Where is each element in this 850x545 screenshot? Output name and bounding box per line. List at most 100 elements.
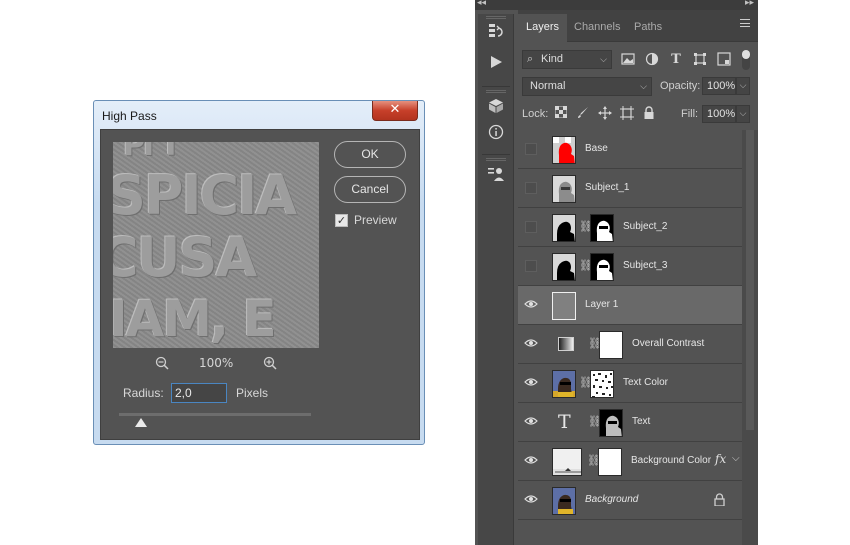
lock-all-icon[interactable]: [642, 106, 656, 120]
layer-thumbnail[interactable]: [552, 487, 576, 515]
zoom-in-icon[interactable]: [263, 356, 277, 373]
filter-kind-select[interactable]: ⌕ Kind ⌵: [522, 50, 612, 69]
filter-type-icon[interactable]: T: [668, 52, 684, 68]
lock-icon[interactable]: [714, 493, 725, 509]
strip-grip[interactable]: [486, 158, 506, 161]
layer-row-subject-3[interactable]: ⛓ Subject_3: [518, 247, 742, 286]
radius-slider-track[interactable]: [119, 413, 311, 416]
preview-label: Preview: [354, 213, 397, 227]
dialog-titlebar[interactable]: High Pass ✕: [94, 101, 424, 129]
link-icon[interactable]: ⛓: [579, 375, 593, 391]
solid-fill-thumbnail[interactable]: [552, 448, 582, 476]
layer-name: Subject_3: [623, 260, 668, 271]
fx-icon[interactable]: fx: [715, 452, 726, 466]
lock-position-icon[interactable]: [598, 106, 612, 120]
link-icon[interactable]: ⛓: [588, 336, 602, 352]
layer-name: Background Color: [631, 455, 712, 466]
preview-text-line: CUSA: [113, 226, 257, 289]
layer-row-background[interactable]: Background: [518, 481, 742, 520]
eye-icon[interactable]: [524, 337, 538, 351]
eye-icon[interactable]: [524, 298, 538, 312]
visibility-toggle[interactable]: [525, 143, 537, 155]
layer-row-subject-1[interactable]: Subject_1: [518, 169, 742, 208]
visibility-toggle[interactable]: [525, 182, 537, 194]
radius-label: Radius:: [123, 386, 164, 400]
scrollbar-thumb[interactable]: [746, 130, 754, 430]
opacity-label: Opacity:: [660, 80, 701, 92]
tab-paths[interactable]: Paths: [626, 14, 670, 42]
layer-row-text[interactable]: T ⛓ Text: [518, 403, 742, 442]
radius-slider-thumb[interactable]: [135, 418, 147, 427]
layer-mask-thumbnail[interactable]: [598, 448, 622, 476]
layer-row-base[interactable]: Base: [518, 130, 742, 169]
fill-input[interactable]: 100%: [702, 105, 736, 123]
layer-row-text-color[interactable]: ⛓ Text Color: [518, 364, 742, 403]
link-icon[interactable]: ⛓: [587, 453, 601, 469]
zoom-out-icon[interactable]: [155, 356, 169, 373]
visibility-toggle[interactable]: [525, 260, 537, 272]
eye-icon[interactable]: [524, 376, 538, 390]
gradient-map-icon[interactable]: [558, 337, 574, 351]
layer-name: Overall Contrast: [632, 338, 705, 349]
close-button[interactable]: ✕: [372, 101, 418, 121]
dock-collapse-bar[interactable]: ◂◂ ▸▸: [475, 0, 758, 10]
strip-grip[interactable]: [486, 90, 506, 93]
visibility-toggle[interactable]: [525, 221, 537, 233]
3d-icon[interactable]: [478, 96, 514, 122]
filter-adjustment-icon[interactable]: [644, 52, 660, 68]
lock-pixels-icon[interactable]: [576, 106, 590, 120]
layer-mask-thumbnail[interactable]: [590, 370, 614, 398]
eye-icon[interactable]: [524, 493, 538, 507]
layer-row-background-color[interactable]: ⛓ Background Color fx ⌵: [518, 442, 742, 481]
filter-smart-object-icon[interactable]: [716, 52, 732, 68]
play-icon[interactable]: [478, 52, 514, 78]
fill-dropdown[interactable]: ⌵: [736, 105, 750, 123]
eye-icon[interactable]: [524, 454, 538, 468]
chevron-down-icon[interactable]: ⌵: [732, 453, 740, 464]
layer-row-subject-2[interactable]: ⛓ Subject_2: [518, 208, 742, 247]
history-icon[interactable]: [478, 22, 514, 48]
opacity-dropdown[interactable]: ⌵: [736, 77, 750, 95]
tab-layers[interactable]: Layers: [518, 14, 568, 42]
filter-toggle-switch[interactable]: [742, 50, 750, 70]
lock-artboard-icon[interactable]: [620, 106, 634, 120]
layer-name: Subject_2: [623, 221, 668, 232]
layer-thumbnail[interactable]: [552, 136, 576, 164]
link-icon[interactable]: ⛓: [579, 258, 593, 274]
panel-menu-icon[interactable]: [740, 19, 750, 27]
collapse-left-icon[interactable]: ◂◂: [477, 0, 486, 8]
info-icon[interactable]: [478, 122, 514, 148]
layer-row-overall-contrast[interactable]: ⛓ Overall Contrast: [518, 325, 742, 364]
layer-row-layer-1[interactable]: Layer 1: [518, 286, 742, 325]
filter-shape-icon[interactable]: [692, 52, 708, 68]
preview-checkbox[interactable]: ✓: [335, 214, 348, 227]
properties-icon[interactable]: [478, 164, 514, 190]
tab-channels[interactable]: Channels: [566, 14, 628, 42]
radius-input[interactable]: 2,0: [171, 383, 227, 403]
link-icon[interactable]: ⛓: [579, 219, 593, 235]
layer-mask-thumbnail[interactable]: [599, 331, 623, 359]
layers-scrollbar[interactable]: [742, 130, 758, 545]
eye-icon[interactable]: [524, 415, 538, 429]
link-icon[interactable]: ⛓: [588, 414, 602, 430]
strip-grip[interactable]: [486, 16, 506, 19]
filter-preview-image[interactable]: PI T SPICIA CUSA IAM, E: [113, 142, 319, 348]
filter-pixel-icon[interactable]: [620, 52, 636, 68]
layer-mask-thumbnail[interactable]: [590, 214, 614, 242]
layer-thumbnail[interactable]: [552, 370, 576, 398]
layers-list: Base Subject_1 ⛓ Subject_2 ⛓ Subject_3 L…: [518, 130, 758, 545]
layer-mask-thumbnail[interactable]: [590, 253, 614, 281]
opacity-input[interactable]: 100%: [702, 77, 736, 95]
ok-button[interactable]: OK: [334, 141, 406, 168]
layer-thumbnail[interactable]: [552, 175, 576, 203]
blend-mode-select[interactable]: Normal ⌵: [522, 77, 652, 96]
collapse-right-icon[interactable]: ▸▸: [745, 0, 754, 8]
layer-thumbnail[interactable]: [552, 253, 576, 281]
layer-mask-thumbnail[interactable]: [599, 409, 623, 437]
preview-text-line: PI T: [123, 142, 181, 163]
layer-thumbnail[interactable]: [552, 292, 576, 320]
layer-thumbnail[interactable]: [552, 214, 576, 242]
type-layer-icon[interactable]: T: [558, 411, 571, 433]
lock-transparency-icon[interactable]: [554, 105, 568, 120]
cancel-button[interactable]: Cancel: [334, 176, 406, 203]
